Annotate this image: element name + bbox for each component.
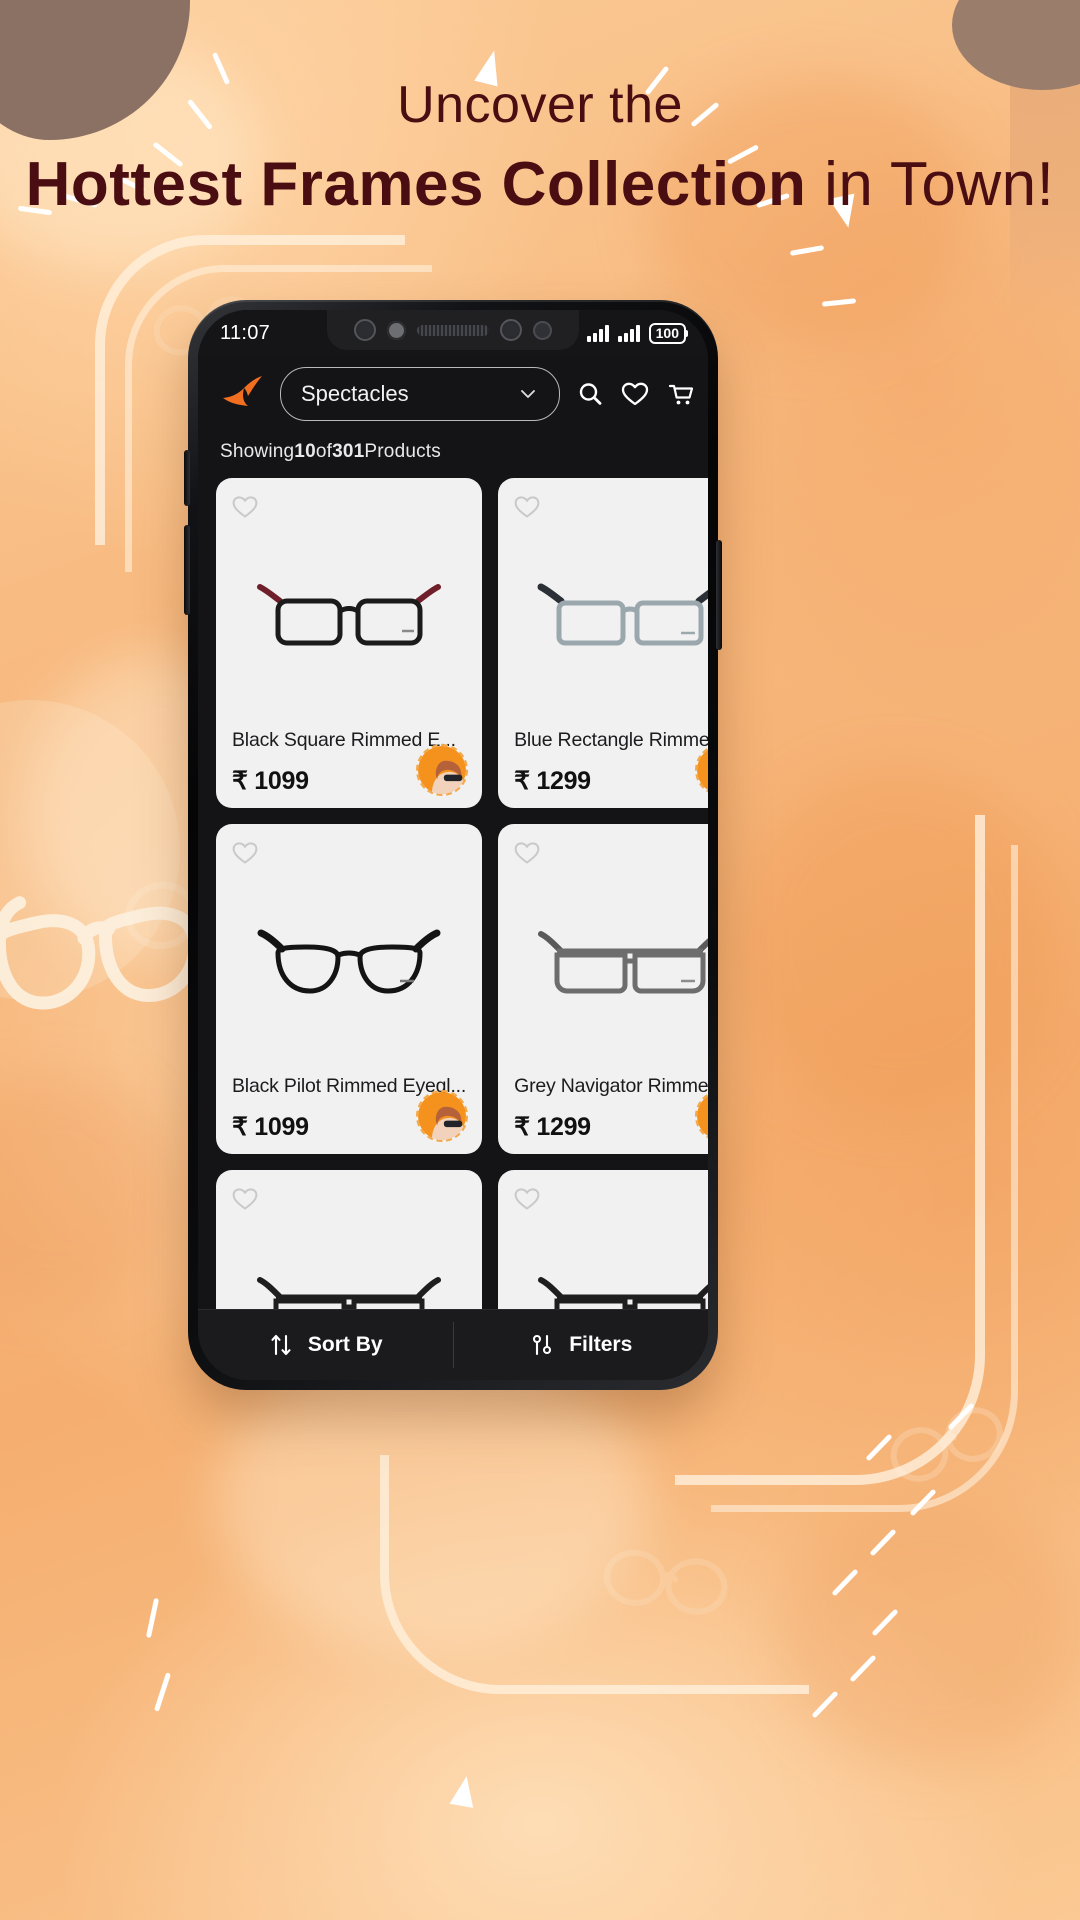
- status-bar: 11:07 100: [198, 310, 708, 356]
- sort-arrows-icon: [271, 1334, 291, 1356]
- category-selector[interactable]: Spectacles: [280, 367, 560, 421]
- eyeglasses-rectangle-icon: [537, 583, 708, 645]
- notch: [327, 310, 579, 350]
- sort-by-label: Sort By: [307, 1333, 383, 1356]
- filter-sliders-icon: [533, 1334, 552, 1356]
- wash-splotch: [777, 1497, 1080, 1767]
- heart-outline-icon[interactable]: [230, 492, 260, 522]
- product-name: Grey Navigator Rimmed ...: [514, 1075, 708, 1097]
- product-grid: Black Square Rimmed E... ₹ 1099 Blue Rec…: [198, 472, 708, 1309]
- product-card[interactable]: Black Navigator Rimmed ... ₹ 1299: [498, 1170, 708, 1309]
- volume-up-button[interactable]: [184, 450, 190, 506]
- triangle-marker: [449, 1774, 479, 1808]
- product-price: ₹ 1299: [514, 767, 591, 795]
- earpiece-speaker-icon: [417, 324, 489, 336]
- headline-line-1: Uncover the: [397, 76, 683, 134]
- bottom-action-bar: Sort By Filters: [198, 1309, 708, 1380]
- proximity-sensor-icon: [354, 319, 376, 341]
- eyeglasses-pilot-icon: [257, 929, 441, 994]
- status-time: 11:07: [220, 321, 271, 344]
- lenskart-logo-icon[interactable]: [220, 374, 264, 414]
- results-prefix: Showing: [220, 441, 295, 462]
- eyeglasses-navigator-icon: [537, 1276, 708, 1309]
- heart-outline-icon[interactable]: [512, 492, 542, 522]
- filters-label: Filters: [569, 1333, 633, 1356]
- category-selector-label: Spectacles: [301, 381, 409, 406]
- app-bar: Spectacles: [198, 356, 708, 432]
- search-icon: [579, 383, 602, 405]
- search-button[interactable]: [576, 375, 604, 413]
- product-price: ₹ 1299: [514, 1113, 591, 1141]
- product-card[interactable]: Black Square Rimmed E... ₹ 1099: [216, 478, 483, 808]
- signal-bars-icon: [586, 324, 609, 342]
- phone-mockup: 11:07 100 Spectacles Showing 10 of 301 P…: [184, 300, 722, 1390]
- corner-line-art-bottom-left: [380, 1455, 809, 1694]
- battery-icon: 100: [648, 322, 689, 344]
- poster-headline: Uncover the Hottest Frames Collection in…: [0, 75, 1080, 220]
- front-camera-icon: [387, 320, 406, 340]
- signal-bars-icon: [617, 324, 640, 342]
- decorative-glasses-icon: [604, 1549, 728, 1615]
- heart-outline-icon[interactable]: [230, 1184, 260, 1214]
- headline-emphasis: Hottest Frames Collection: [25, 150, 807, 219]
- product-card[interactable]: Black Navigator Rimmed... ₹ 1299: [216, 1170, 483, 1309]
- phone-screen: 11:07 100 Spectacles Showing 10 of 301 P…: [198, 310, 708, 1380]
- product-image: [232, 492, 466, 729]
- heart-outline-icon[interactable]: [230, 838, 260, 868]
- results-shown-count: 10: [294, 441, 316, 462]
- product-image: [232, 838, 466, 1075]
- heart-outline-icon[interactable]: [512, 838, 542, 868]
- product-name: Blue Rectangle Rimmed ...: [514, 729, 708, 751]
- eyeglasses-square-icon: [257, 583, 442, 645]
- volume-down-button[interactable]: [184, 525, 190, 615]
- product-image: [514, 492, 708, 729]
- product-image: [514, 838, 708, 1075]
- avatar-face-icon: [418, 746, 467, 794]
- virtual-try-on-avatar[interactable]: [416, 744, 469, 796]
- chevron-down-icon: [521, 390, 535, 398]
- virtual-try-on-avatar[interactable]: [416, 1090, 469, 1142]
- results-suffix: Products: [364, 441, 441, 462]
- product-image: [232, 1184, 466, 1309]
- filters-button[interactable]: Filters: [454, 1310, 709, 1380]
- product-card[interactable]: Grey Navigator Rimmed ... ₹ 1299: [498, 824, 708, 1154]
- secondary-camera-icon: [533, 320, 552, 340]
- product-card[interactable]: Blue Rectangle Rimmed ... ₹ 1299: [498, 478, 708, 808]
- product-card[interactable]: Black Pilot Rimmed Eyegl... ₹ 1099: [216, 824, 483, 1154]
- results-count: Showing 10 of 301 Products: [198, 432, 708, 472]
- avatar-face-icon: [418, 1092, 467, 1140]
- results-total-count: 301: [332, 441, 365, 462]
- sort-by-button[interactable]: Sort By: [198, 1310, 453, 1380]
- eyeglasses-navigator-icon: [257, 1276, 442, 1309]
- cart-button[interactable]: [666, 375, 696, 413]
- eyeglasses-navigator-icon: [537, 930, 708, 993]
- headline-tail: in Town!: [806, 150, 1055, 219]
- heart-outline-icon[interactable]: [512, 1184, 542, 1214]
- product-image: [514, 1184, 708, 1309]
- phone-body: 11:07 100 Spectacles Showing 10 of 301 P…: [198, 310, 708, 1380]
- results-middle: of: [315, 441, 333, 462]
- status-icons: 100: [586, 322, 689, 344]
- headline-line-2: Hottest Frames Collection in Town!: [0, 149, 1080, 220]
- wishlist-button[interactable]: [620, 375, 650, 413]
- power-button[interactable]: [716, 540, 722, 650]
- ambient-sensor-icon: [500, 319, 522, 341]
- heart-icon: [621, 382, 649, 406]
- cart-icon: [668, 384, 694, 405]
